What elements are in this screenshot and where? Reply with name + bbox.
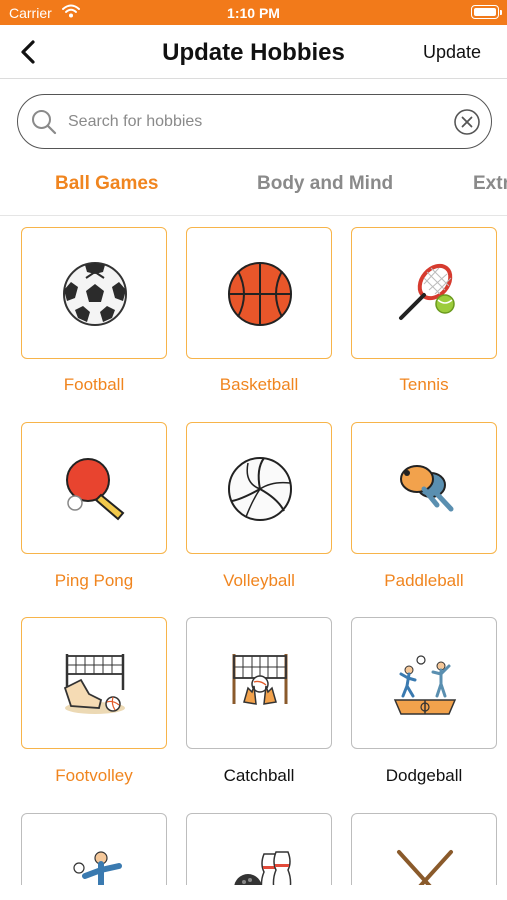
basketball-icon <box>228 262 292 326</box>
hobby-label-basketball: Basketball <box>219 375 299 394</box>
navigation-bar: Update Hobbies Update <box>0 25 507 79</box>
tab-ball-games[interactable]: Ball Games <box>55 173 159 195</box>
hobby-tile-dodgeball[interactable] <box>351 617 497 749</box>
tab-extreme[interactable]: Extr <box>473 173 507 195</box>
hobby-tile-tennis[interactable] <box>351 227 497 359</box>
paddleball-icon <box>400 465 454 512</box>
search-bar <box>17 94 492 149</box>
hobby-label-footvolley: Footvolley <box>55 766 133 785</box>
hobby-tile-footvolley[interactable] <box>21 617 167 749</box>
hobby-tile-11[interactable] <box>186 813 332 890</box>
hobby-tile-paddleball[interactable] <box>351 422 497 554</box>
battery-icon <box>471 5 502 19</box>
hobby-label-catchball: Catchball <box>223 766 295 785</box>
hobby-tile-ping-pong[interactable] <box>21 422 167 554</box>
tennis-racket-icon <box>399 263 455 320</box>
soccer-ball-icon <box>63 262 127 326</box>
crossed-sticks-icon <box>397 850 453 890</box>
hobby-tile-basketball[interactable] <box>186 227 332 359</box>
search-input[interactable] <box>68 109 448 135</box>
update-button[interactable]: Update <box>423 42 481 63</box>
ping-pong-paddle-icon <box>66 458 125 521</box>
close-circle-icon <box>454 109 480 135</box>
footvolley-icon <box>63 654 125 714</box>
search-icon <box>30 108 58 141</box>
hobby-label-volleyball: Volleyball <box>223 571 295 590</box>
hobby-tile-12[interactable] <box>351 813 497 890</box>
player-throwing-icon <box>73 851 122 890</box>
catchball-icon <box>232 654 288 705</box>
bowling-icon <box>234 851 292 890</box>
tab-body-and-mind[interactable]: Body and Mind <box>257 173 393 195</box>
clock: 1:10 PM <box>227 5 280 21</box>
hobby-label-dodgeball: Dodgeball <box>385 766 463 785</box>
chevron-left-icon <box>21 40 35 64</box>
status-bar: Carrier 1:10 PM <box>0 0 507 25</box>
hobby-label-tennis: Tennis <box>399 375 449 394</box>
hobby-label-football: Football <box>63 375 125 394</box>
hobby-grid: Football Basketball Tennis Ping Pong Vol… <box>0 217 507 890</box>
category-tabs: Ball Games Body and Mind Extr <box>0 158 507 216</box>
dodgeball-icon <box>393 655 457 715</box>
hobby-tile-volleyball[interactable] <box>186 422 332 554</box>
hobby-label-ping-pong: Ping Pong <box>54 571 134 590</box>
hobby-tile-10[interactable] <box>21 813 167 890</box>
bottom-safe-area <box>0 885 507 900</box>
hobby-label-paddleball: Paddleball <box>384 571 464 590</box>
clear-search-button[interactable] <box>453 108 481 141</box>
back-button[interactable] <box>14 37 44 67</box>
hobby-tile-football[interactable] <box>21 227 167 359</box>
volleyball-icon <box>228 457 292 521</box>
hobby-tile-catchball[interactable] <box>186 617 332 749</box>
